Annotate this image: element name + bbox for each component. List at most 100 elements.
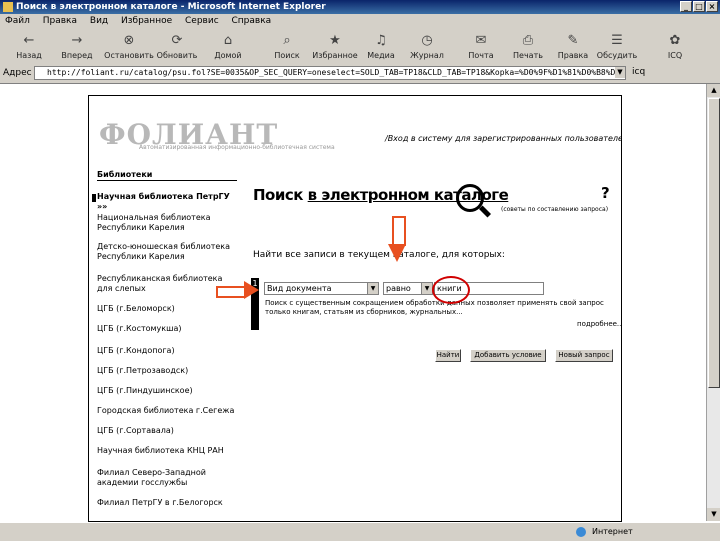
sidebar-item-library[interactable]: Научная библиотека ПетрГУ »» xyxy=(92,192,237,212)
login-link[interactable]: /Вход в систему для зарегистрированных п… xyxy=(385,134,621,143)
address-input[interactable]: http://foliant.ru/catalog/psu.fol?SE=003… xyxy=(34,66,626,80)
toolbar-button-11[interactable]: ✎ Правка xyxy=(548,33,598,60)
chevron-down-icon[interactable]: ▼ xyxy=(367,283,378,294)
address-dropdown-icon[interactable]: ▼ xyxy=(615,67,625,78)
edit-icon: ✎ xyxy=(567,33,579,48)
toolbar-label: Обновить xyxy=(156,51,198,60)
favorites-icon: ★ xyxy=(329,33,341,48)
home-icon: ⌂ xyxy=(223,33,233,48)
menu-favorites[interactable]: Избранное xyxy=(116,14,177,28)
field-select-value: Вид документа xyxy=(267,284,332,293)
sidebar-item-library[interactable]: Филиал Северо-Западной академии госслужб… xyxy=(97,468,237,488)
toolbar-label: Поиск xyxy=(274,51,300,60)
annotation-arrow-down-tip xyxy=(388,244,406,262)
search-icon: ⌕ xyxy=(283,33,291,48)
ie-app-icon xyxy=(3,2,13,12)
toolbar-label: Вперед xyxy=(61,51,93,60)
window-titlebar: Поиск в электронном каталоге - Microsoft… xyxy=(0,0,720,14)
sidebar-item-library[interactable]: ЦГБ (г.Пиндушинское) xyxy=(97,386,237,396)
toolbar-label: Почта xyxy=(468,51,494,60)
help-button[interactable]: ? xyxy=(601,184,610,202)
sidebar-item-library[interactable]: ЦГБ (г.Кондопога) xyxy=(97,346,237,356)
find-button[interactable]: Найти xyxy=(435,349,461,362)
menu-help[interactable]: Справка xyxy=(227,14,277,28)
toolbar-label: Назад xyxy=(16,51,42,60)
internet-zone-icon xyxy=(576,527,586,537)
vertical-scrollbar[interactable]: ▲ ▼ xyxy=(706,84,720,521)
toolbar-button-10[interactable]: ⎙ Печать xyxy=(503,33,553,60)
logo-subtitle: Автоматизированная информационно-библиот… xyxy=(139,144,335,151)
sidebar-header: Библиотеки xyxy=(97,170,237,181)
sidebar-item-library[interactable]: ЦГБ (г.Беломорск) xyxy=(97,304,237,314)
forward-arrow-icon: → xyxy=(71,33,83,48)
query-tips-link[interactable]: (советы по составлению запроса) xyxy=(501,206,608,213)
toolbar-button-2[interactable]: ⊗ Остановить xyxy=(104,33,154,60)
menu-view[interactable]: Вид xyxy=(85,14,113,28)
toolbar-button-12[interactable]: ☰ Обсудить xyxy=(592,33,642,60)
toolbar-label: Журнал xyxy=(410,51,444,60)
links-button[interactable]: icq xyxy=(632,67,645,77)
sidebar-item-library[interactable]: Национальная библиотека Республики Карел… xyxy=(97,213,237,233)
sidebar-item-library[interactable]: Городская библиотека г.Сегежа xyxy=(97,406,237,416)
menu-edit[interactable]: Правка xyxy=(38,14,82,28)
operator-select-value: равно xyxy=(386,284,411,293)
sidebar-item-library[interactable]: Филиал ПетрГУ в г.Белогорск xyxy=(97,498,237,508)
toolbar-button-8[interactable]: ◷ Журнал xyxy=(402,33,452,60)
annotation-circle xyxy=(432,276,470,304)
media-icon: ♫ xyxy=(375,33,387,48)
toolbar-button-13[interactable]: ✿ ICQ xyxy=(650,33,700,60)
sidebar-item-library[interactable]: Детско-юношеская библиотека Республики К… xyxy=(97,242,237,262)
scroll-up-icon[interactable]: ▲ xyxy=(707,84,720,97)
chevron-down-icon[interactable]: ▼ xyxy=(421,283,432,294)
operator-select[interactable]: равно ▼ xyxy=(383,282,433,295)
annotation-arrow-down xyxy=(392,216,406,246)
toolbar-button-0[interactable]: ← Назад xyxy=(4,33,54,60)
menu-file[interactable]: Файл xyxy=(0,14,35,28)
toolbar-label: Обсудить xyxy=(596,51,638,60)
new-query-button[interactable]: Новый запрос xyxy=(555,349,613,362)
history-icon: ◷ xyxy=(421,33,433,48)
toolbar-button-3[interactable]: ⟳ Обновить xyxy=(152,33,202,60)
address-bar: Адрес http://foliant.ru/catalog/psu.fol?… xyxy=(0,65,720,84)
sidebar-item-library[interactable]: ЦГБ (г.Сортавала) xyxy=(97,426,237,436)
toolbar-label: Печать xyxy=(513,51,543,60)
stop-icon: ⊗ xyxy=(123,33,135,48)
icq-icon: ✿ xyxy=(669,33,681,48)
close-button[interactable]: × xyxy=(706,1,718,12)
annotation-arrow-right-tip xyxy=(244,281,259,299)
status-bar: Интернет xyxy=(0,522,720,541)
toolbar-button-1[interactable]: → Вперед xyxy=(52,33,102,60)
sidebar-item-library[interactable]: ЦГБ (г.Костомукша) xyxy=(97,324,237,334)
toolbar-button-5[interactable]: ⌕ Поиск xyxy=(262,33,312,60)
toolbar-label: Правка xyxy=(557,51,589,60)
address-label: Адрес xyxy=(3,68,32,78)
magnifier-icon xyxy=(456,184,484,212)
search-note: Поиск с существенным сокращением обработ… xyxy=(265,299,604,316)
minimize-button[interactable]: _ xyxy=(680,1,692,12)
scroll-down-icon[interactable]: ▼ xyxy=(707,508,720,521)
toolbar-button-7[interactable]: ♫ Медиа xyxy=(356,33,406,60)
maximize-button[interactable]: □ xyxy=(693,1,705,12)
toolbar-label: Медиа xyxy=(367,51,395,60)
annotation-arrow-right xyxy=(216,286,246,298)
print-icon: ⎙ xyxy=(522,33,534,48)
discuss-icon: ☰ xyxy=(611,33,623,48)
back-arrow-icon: ← xyxy=(23,33,35,48)
status-zone: Интернет xyxy=(592,527,633,536)
toolbar-label: Остановить xyxy=(104,51,154,60)
scroll-thumb[interactable] xyxy=(708,98,720,388)
toolbar-button-4[interactable]: ⌂ Домой xyxy=(203,33,253,60)
page-content: ФОЛИАНТ Автоматизированная информационно… xyxy=(88,95,622,522)
browser-toolbar: ← Назад → Вперед ⊗ Остановить ⟳ Обновить ⌂ Домой ⌕… xyxy=(0,31,720,66)
more-link[interactable]: подробнее... xyxy=(577,320,621,328)
toolbar-label: Избранное xyxy=(312,51,358,60)
toolbar-label: ICQ xyxy=(667,51,683,60)
toolbar-button-9[interactable]: ✉ Почта xyxy=(456,33,506,60)
find-label: Найти все записи в текущем каталоге, для… xyxy=(253,250,505,260)
sidebar-item-library[interactable]: ЦГБ (г.Петрозаводск) xyxy=(97,366,237,376)
field-select[interactable]: Вид документа ▼ xyxy=(264,282,379,295)
menu-tools[interactable]: Сервис xyxy=(180,14,224,28)
add-condition-button[interactable]: Добавить условие xyxy=(470,349,546,362)
sidebar-item-library[interactable]: Научная библиотека КНЦ РАН xyxy=(97,446,237,456)
toolbar-button-6[interactable]: ★ Избранное xyxy=(310,33,360,60)
